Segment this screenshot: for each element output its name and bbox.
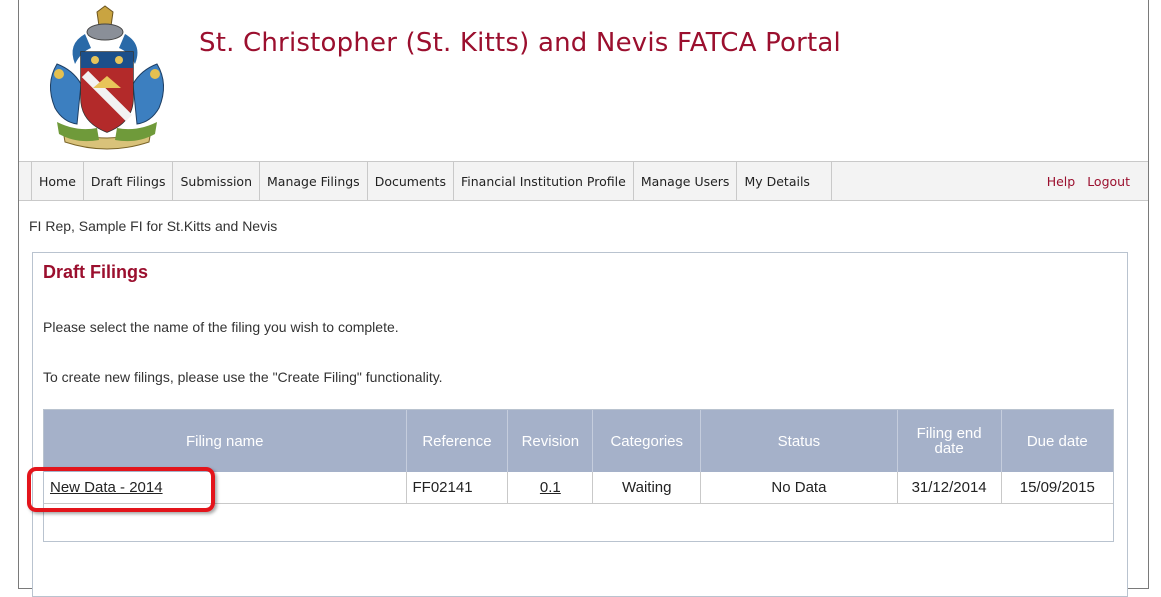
nav-item-documents[interactable]: Documents bbox=[366, 162, 453, 200]
instruction-create: To create new filings, please use the "C… bbox=[43, 369, 443, 385]
main-nav: Home Draft Filings Submission Manage Fil… bbox=[19, 161, 1148, 201]
logout-link[interactable]: Logout bbox=[1087, 174, 1130, 189]
column-header-status: Status bbox=[700, 410, 898, 472]
page-frame: St. Christopher (St. Kitts) and Nevis FA… bbox=[18, 0, 1149, 597]
cell-categories: Waiting bbox=[592, 472, 702, 504]
cell-status: No Data bbox=[700, 472, 898, 504]
nav-item-my-details[interactable]: My Details bbox=[736, 162, 833, 200]
cell-filing-end-date: 31/12/2014 bbox=[897, 472, 1002, 504]
nav-item-manage-users[interactable]: Manage Users bbox=[632, 162, 737, 200]
cell-due-date: 15/09/2015 bbox=[1001, 472, 1113, 504]
column-header-due-date: Due date bbox=[1026, 432, 1088, 450]
nav-item-financial-institution-profile[interactable]: Financial Institution Profile bbox=[452, 162, 633, 200]
nav-utility-links: Help Logout bbox=[1047, 162, 1130, 200]
nav-item-draft-filings[interactable]: Draft Filings bbox=[82, 162, 173, 200]
panel-title: Draft Filings bbox=[43, 262, 149, 282]
nav-item-submission[interactable]: Submission bbox=[172, 162, 259, 200]
nav-item-manage-filings[interactable]: Manage Filings bbox=[259, 162, 367, 200]
draft-filings-panel: Draft Filings Please select the name of … bbox=[32, 252, 1128, 597]
filing-name-link[interactable]: New Data - 2014 bbox=[50, 479, 163, 496]
table-header-row: Filing name Reference Revision Categorie… bbox=[44, 410, 1113, 472]
filings-table: Filing name Reference Revision Categorie… bbox=[44, 410, 1113, 504]
filings-table-container: Filing name Reference Revision Categorie… bbox=[43, 409, 1114, 542]
column-header-categories: Categories bbox=[592, 410, 702, 472]
table-row: New Data - 2014 FF02141 0.1 Waiting No D… bbox=[44, 472, 1113, 504]
nav-item-home[interactable]: Home bbox=[31, 162, 83, 200]
cell-reference: FF02141 bbox=[406, 472, 509, 504]
header: St. Christopher (St. Kitts) and Nevis FA… bbox=[19, 0, 1148, 160]
column-header-revision: Revision bbox=[507, 410, 594, 472]
user-info: FI Rep, Sample FI for St.Kitts and Nevis bbox=[29, 218, 278, 234]
revision-link[interactable]: 0.1 bbox=[540, 479, 561, 496]
column-header-filing-end-date: Filing end date bbox=[897, 410, 1002, 472]
instruction-select: Please select the name of the filing you… bbox=[43, 319, 399, 335]
cell-filing-name: New Data - 2014 bbox=[44, 472, 407, 504]
portal-title: St. Christopher (St. Kitts) and Nevis FA… bbox=[199, 28, 841, 58]
column-header-filing-name: Filing name bbox=[44, 410, 407, 472]
cell-revision: 0.1 bbox=[507, 472, 594, 504]
help-link[interactable]: Help bbox=[1047, 174, 1076, 189]
coat-of-arms-icon bbox=[37, 4, 177, 154]
column-header-reference: Reference bbox=[406, 410, 509, 472]
